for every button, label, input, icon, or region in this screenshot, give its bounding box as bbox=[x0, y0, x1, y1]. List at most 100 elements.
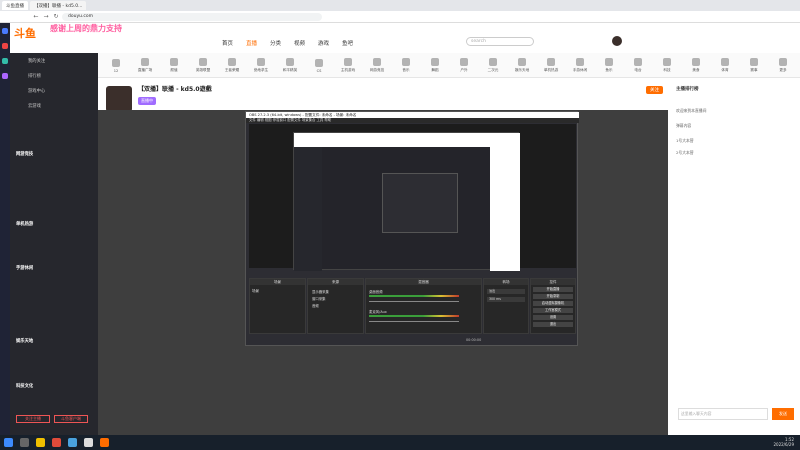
folder-icon[interactable] bbox=[36, 438, 45, 447]
site-logo[interactable]: 斗鱼 bbox=[14, 25, 36, 41]
forward-icon[interactable]: → bbox=[42, 13, 50, 21]
category-item[interactable]: 二次元 bbox=[481, 53, 505, 78]
category-icon bbox=[257, 58, 265, 66]
nav-category[interactable]: 分类 bbox=[270, 39, 281, 47]
chat-message: 弹幕内容 bbox=[676, 123, 692, 128]
nav-fishbar[interactable]: 鱼吧 bbox=[342, 39, 353, 47]
category-item[interactable]: 舞蹈 bbox=[423, 53, 447, 78]
obs-icon[interactable] bbox=[84, 438, 93, 447]
site-header: 斗鱼 感谢上周的鼎力支持 首页 直播 分类 视频 游戏 鱼吧 bbox=[10, 23, 800, 53]
category-label: 户外 bbox=[460, 68, 468, 72]
app-icon[interactable] bbox=[52, 438, 61, 447]
chat-input[interactable]: 这里输入聊天内容 bbox=[678, 408, 768, 420]
scene-item[interactable]: 场景 bbox=[252, 289, 259, 294]
edge-icon[interactable] bbox=[68, 438, 77, 447]
back-icon[interactable]: ← bbox=[32, 13, 40, 21]
promo-banner[interactable]: 感谢上周的鼎力支持 bbox=[50, 23, 122, 34]
source-item[interactable]: 窗口采集 bbox=[312, 296, 326, 301]
category-item[interactable]: 主机游戏 bbox=[336, 53, 360, 78]
start-icon[interactable] bbox=[4, 438, 13, 447]
browser-tab[interactable]: 斗鱼直播 bbox=[2, 1, 28, 10]
category-item[interactable]: 直播广场 bbox=[133, 53, 157, 78]
category-icon bbox=[460, 58, 468, 66]
source-item[interactable]: 显示器采集 bbox=[312, 289, 329, 294]
browser-icon[interactable] bbox=[100, 438, 109, 447]
volume-slider[interactable] bbox=[369, 301, 459, 302]
category-item[interactable]: 户外 bbox=[452, 53, 476, 78]
nested-sidebar bbox=[294, 147, 322, 271]
category-icon bbox=[692, 58, 700, 66]
category-item[interactable]: 鱼乐 bbox=[597, 53, 621, 78]
category-icon bbox=[141, 58, 149, 66]
category-item[interactable]: 和平精英 bbox=[278, 53, 302, 78]
category-label: 单机热游 bbox=[543, 68, 559, 72]
obs-menu[interactable]: 文件 编辑 视图 停靠窗口 配置文件 场景集合 工具 帮助 bbox=[246, 118, 579, 123]
category-item[interactable]: 12 bbox=[104, 53, 128, 78]
download-icon[interactable] bbox=[2, 73, 8, 79]
send-button[interactable]: 发送 bbox=[772, 408, 794, 420]
nav-live[interactable]: 直播 bbox=[246, 39, 257, 47]
taskbar: 1:52 2022/6/29 bbox=[0, 435, 800, 450]
category-item[interactable]: 电台 bbox=[626, 53, 650, 78]
category-label: 体育 bbox=[721, 68, 729, 72]
category-item[interactable]: 更多 bbox=[771, 53, 795, 78]
nav-home[interactable]: 首页 bbox=[222, 39, 233, 47]
category-icon bbox=[402, 58, 410, 66]
start-recording-button[interactable]: 开始录制 bbox=[533, 294, 573, 299]
category-icon bbox=[112, 58, 120, 67]
category-item[interactable]: 网游竞技 bbox=[365, 53, 389, 78]
category-item[interactable]: 英雄联盟 bbox=[191, 53, 215, 78]
category-item[interactable]: CS bbox=[307, 53, 331, 78]
category-label: 舞蹈 bbox=[431, 68, 439, 72]
avatar[interactable] bbox=[612, 36, 622, 46]
scenes-panel: 场景 场景 bbox=[249, 278, 306, 334]
sidebar-item-rank[interactable]: 排行榜 bbox=[28, 73, 41, 79]
category-item[interactable]: 王者荣耀 bbox=[220, 53, 244, 78]
nav-video[interactable]: 视频 bbox=[294, 39, 305, 47]
category-item[interactable]: 颜值 bbox=[162, 53, 186, 78]
video-player[interactable]: OBS 27.2.3 (64-bit, windows) - 配置文件: 未命名… bbox=[98, 110, 668, 436]
category-label: 美食 bbox=[692, 68, 700, 72]
refresh-icon[interactable]: ↻ bbox=[52, 13, 60, 21]
nav-game[interactable]: 游戏 bbox=[318, 39, 329, 47]
streamer-avatar[interactable] bbox=[106, 86, 132, 112]
url-input[interactable]: douyu.com bbox=[62, 12, 322, 21]
start-streaming-button[interactable]: 开始直播 bbox=[533, 287, 573, 292]
sidebar-item-follow[interactable]: 我的关注 bbox=[28, 58, 45, 64]
sidebar-item-cloud[interactable]: 云游戏 bbox=[28, 103, 41, 109]
follow-anchor-button[interactable]: 关注主播 bbox=[16, 415, 50, 423]
client-download-button[interactable]: 斗鱼客户端 bbox=[54, 415, 88, 423]
search-input[interactable]: search bbox=[466, 37, 534, 46]
follow-button[interactable]: 关注 bbox=[646, 86, 663, 94]
category-label: 鱼乐 bbox=[605, 68, 613, 72]
browser-tab-bar: 斗鱼直播 【双播】联播 - kd5.0... bbox=[0, 0, 800, 11]
category-item[interactable]: 体育 bbox=[713, 53, 737, 78]
category-icon bbox=[605, 58, 613, 66]
sidebar-section-title: 网游竞技 bbox=[16, 152, 34, 157]
exit-button[interactable]: 退出 bbox=[533, 322, 573, 327]
browser-tab[interactable]: 【双播】联播 - kd5.0... bbox=[30, 1, 87, 10]
category-item[interactable]: 赛事 bbox=[742, 53, 766, 78]
home-icon[interactable] bbox=[2, 28, 8, 34]
category-item[interactable]: 娱乐天地 bbox=[510, 53, 534, 78]
volume-slider[interactable] bbox=[369, 321, 459, 322]
sidebar-item-games[interactable]: 游戏中心 bbox=[28, 88, 45, 94]
search-icon[interactable] bbox=[20, 438, 29, 447]
category-item[interactable]: 美食 bbox=[684, 53, 708, 78]
virtual-camera-button[interactable]: 启动虚拟摄像机 bbox=[533, 301, 573, 306]
category-item[interactable]: 绝地求生 bbox=[249, 53, 273, 78]
category-item[interactable]: 科技 bbox=[655, 53, 679, 78]
studio-mode-button[interactable]: 工作室模式 bbox=[533, 308, 573, 313]
panel-title: 转场 bbox=[484, 279, 528, 285]
category-item[interactable]: 音乐 bbox=[394, 53, 418, 78]
category-icon bbox=[228, 58, 236, 66]
history-icon[interactable] bbox=[2, 58, 8, 64]
category-item[interactable]: 手游休闲 bbox=[568, 53, 592, 78]
duration-input[interactable]: 300 ms bbox=[487, 297, 525, 302]
settings-button[interactable]: 设置 bbox=[533, 315, 573, 320]
category-item[interactable]: 单机热游 bbox=[539, 53, 563, 78]
audio-meter bbox=[369, 315, 459, 317]
favorite-icon[interactable] bbox=[2, 43, 8, 49]
source-item[interactable]: 音频 bbox=[312, 303, 319, 308]
transition-select[interactable]: 淡出 bbox=[487, 289, 525, 294]
